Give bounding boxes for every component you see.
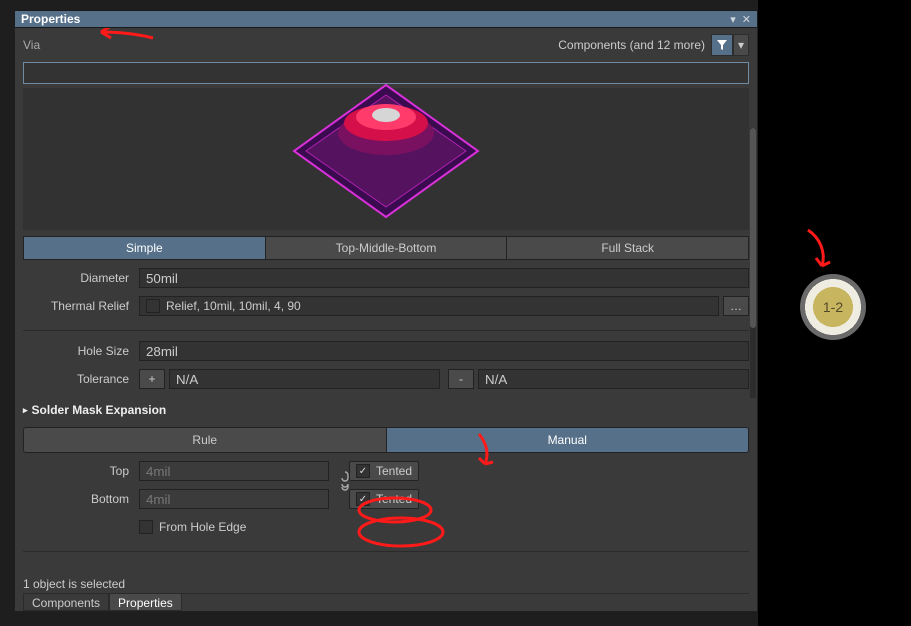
section-soldermask[interactable]: ▸ Solder Mask Expansion xyxy=(23,403,749,417)
diameter-label: Diameter xyxy=(23,271,139,285)
mask-top-tented-label: Tented xyxy=(376,464,412,478)
tolerance-plus-input[interactable] xyxy=(169,369,440,389)
dropdown-icon[interactable]: ▾ xyxy=(730,13,736,26)
tab-fullstack[interactable]: Full Stack xyxy=(507,237,748,259)
close-icon[interactable]: ✕ xyxy=(742,13,751,26)
thermal-value: Relief, 10mil, 10mil, 4, 90 xyxy=(166,299,301,313)
thermal-label: Thermal Relief xyxy=(23,299,139,313)
from-hole-edge-checkbox[interactable] xyxy=(139,520,153,534)
selection-status: 1 object is selected xyxy=(23,577,125,591)
filter-dropdown-icon[interactable]: ▾ xyxy=(733,34,749,56)
diameter-input[interactable] xyxy=(139,268,749,288)
from-hole-edge-label: From Hole Edge xyxy=(159,520,246,534)
filter-summary: Components (and 12 more) xyxy=(558,38,705,52)
mask-top-tented-row: Tented xyxy=(349,461,419,481)
thermal-more-button[interactable]: … xyxy=(723,296,749,316)
mask-bottom-input xyxy=(139,489,329,509)
mask-bottom-label: Bottom xyxy=(23,492,139,506)
tab-properties[interactable]: Properties xyxy=(109,594,182,611)
collapse-icon: ▸ xyxy=(23,405,28,416)
mask-top-tented-checkbox[interactable] xyxy=(356,464,370,478)
tolerance-minus-input[interactable] xyxy=(478,369,749,389)
via-3d-preview[interactable] xyxy=(23,88,749,230)
mask-bottom-tented-label: Tented xyxy=(376,492,412,506)
via-pad-layers: 1-2 xyxy=(823,299,843,315)
tab-components[interactable]: Components xyxy=(23,594,109,611)
panel-title: Properties xyxy=(21,12,724,26)
panel-body: Via Components (and 12 more) ▾ Simple xyxy=(14,28,758,612)
via-pad-preview[interactable]: 1-2 xyxy=(800,274,866,340)
bottom-tabs: Components Properties xyxy=(23,593,749,611)
link-icon[interactable] xyxy=(339,471,351,494)
thermal-checkbox[interactable] xyxy=(146,299,160,313)
mask-top-label: Top xyxy=(23,464,139,478)
properties-panel: Properties ▾ ✕ Via Components (and 12 mo… xyxy=(14,10,758,612)
mask-bottom-tented-checkbox[interactable] xyxy=(356,492,370,506)
filter-icon[interactable] xyxy=(711,34,733,56)
stack-mode-toggle: Simple Top-Middle-Bottom Full Stack xyxy=(23,236,749,260)
tolerance-minus-button[interactable]: - xyxy=(448,369,474,389)
section-soldermask-label: Solder Mask Expansion xyxy=(32,403,167,417)
holesize-label: Hole Size xyxy=(23,344,139,358)
tab-manual[interactable]: Manual xyxy=(387,428,749,452)
panel-titlebar[interactable]: Properties ▾ ✕ xyxy=(14,10,758,28)
object-type-label: Via xyxy=(23,38,40,52)
via-3d-icon xyxy=(266,79,506,239)
tolerance-plus-button[interactable]: + xyxy=(139,369,165,389)
expansion-mode-toggle: Rule Manual xyxy=(23,427,749,453)
mask-top-input xyxy=(139,461,329,481)
tab-tmb[interactable]: Top-Middle-Bottom xyxy=(266,237,508,259)
holesize-input[interactable] xyxy=(139,341,749,361)
tolerance-label: Tolerance xyxy=(23,372,139,386)
tab-simple[interactable]: Simple xyxy=(24,237,266,259)
mask-bottom-tented-row: Tented xyxy=(349,489,419,509)
scrollbar-thumb[interactable] xyxy=(750,128,756,328)
